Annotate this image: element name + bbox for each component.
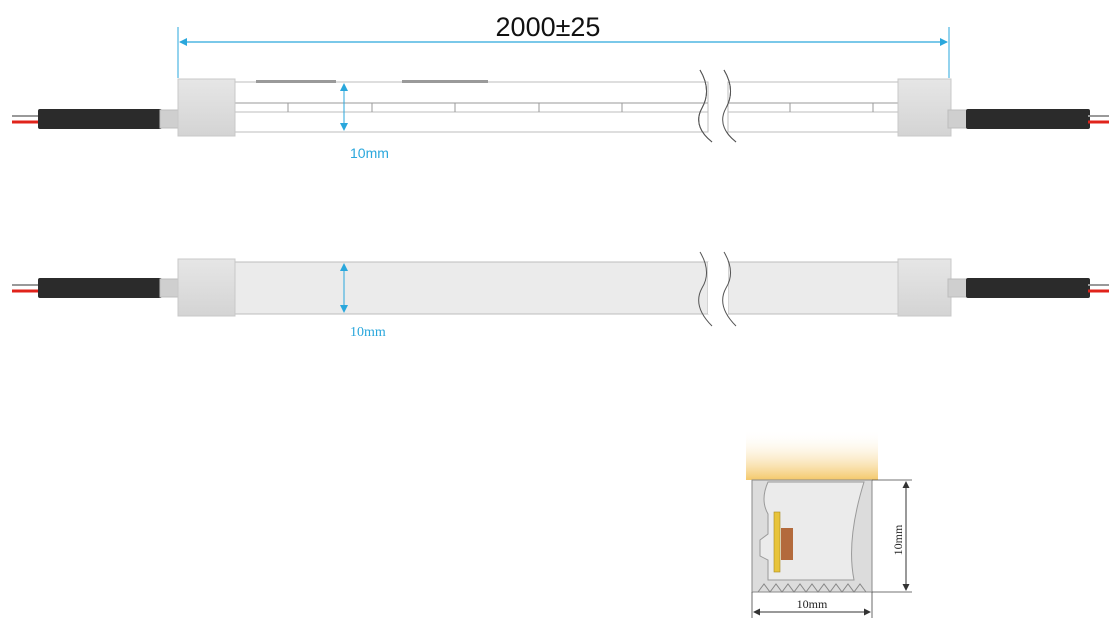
top-width-label: 10mm <box>350 145 389 161</box>
right-end-cap <box>897 78 952 137</box>
light-glow <box>746 430 878 480</box>
side-width-label: 10mm <box>350 325 386 340</box>
left-end-cap <box>177 78 236 137</box>
cross-section: 10mm 10mm <box>746 430 912 618</box>
strip-body-top <box>233 69 901 143</box>
right-end-cap-side <box>897 258 952 317</box>
strip-side-view: 10mm <box>12 251 1109 340</box>
left-cable-side <box>12 278 181 298</box>
right-cable <box>947 109 1109 129</box>
left-cable <box>12 109 181 129</box>
section-width-label: 10mm <box>797 597 828 611</box>
overall-length-label: 2000±25 <box>496 12 601 42</box>
section-height-dimension: 10mm <box>872 479 912 593</box>
strip-top-view: 10mm <box>12 69 1109 161</box>
technical-drawing: 2000±25 10mm 10mm 10mm 10mm <box>12 12 1109 618</box>
strip-body-side <box>233 251 901 327</box>
led-pad <box>781 528 793 560</box>
section-height-label: 10mm <box>891 524 905 555</box>
right-cable-side <box>947 278 1109 298</box>
overall-length-dimension: 2000±25 <box>177 12 950 78</box>
left-end-cap-side <box>177 258 236 317</box>
section-width-dimension: 10mm <box>751 592 873 618</box>
led-chip <box>773 511 781 573</box>
